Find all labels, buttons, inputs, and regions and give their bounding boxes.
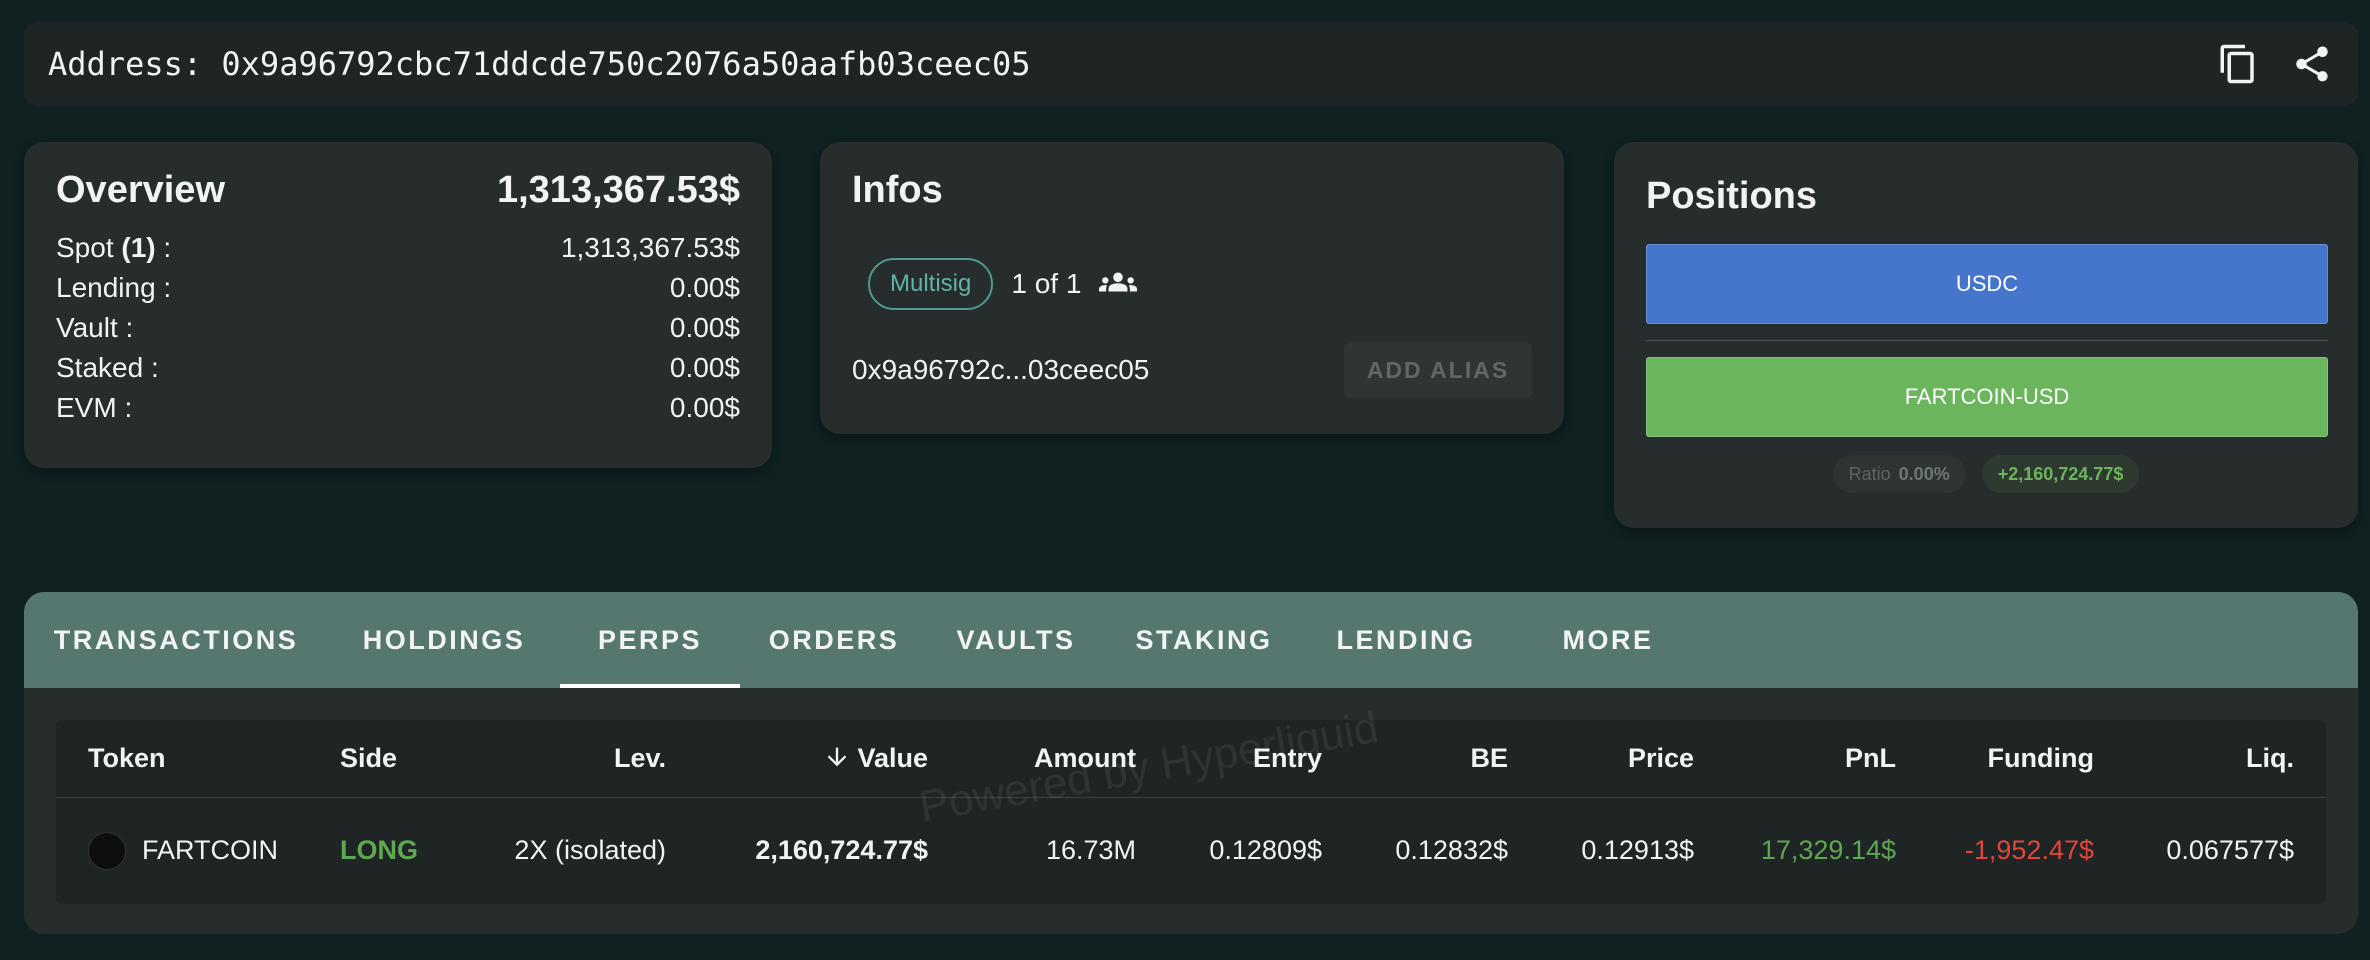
alias-row: 0x9a96792c...03ceec05 ADD ALIAS — [852, 342, 1532, 398]
tab-bar: TRANSACTIONS HOLDINGS PERPS ORDERS VAULT… — [24, 592, 2358, 688]
table-row[interactable]: FARTCOIN LONG 2X (isolated) 2,160,724.77… — [56, 798, 2326, 903]
overview-row-label: Vault : — [56, 312, 134, 343]
infos-title: Infos — [852, 168, 943, 211]
cell-lev: 2X (isolated) — [514, 835, 666, 865]
address-bar: Address: 0x9a96792cbc71ddcde750c2076a50a… — [24, 22, 2358, 106]
overview-row-spot: Spot (1) : 1,313,367.53$ — [56, 228, 740, 268]
table-header-row: Token Side Lev. Value Amount Entry BE Pr… — [56, 720, 2326, 798]
address-text: Address: 0x9a96792cbc71ddcde750c2076a50a… — [48, 45, 1031, 83]
cell-price: 0.12913$ — [1581, 835, 1694, 865]
tab-lending[interactable]: LENDING — [1304, 592, 1508, 688]
address-actions — [2216, 42, 2334, 86]
tab-transactions[interactable]: TRANSACTIONS — [24, 592, 328, 688]
arrow-down-icon — [823, 743, 857, 773]
cell-be: 0.12832$ — [1395, 835, 1508, 865]
overview-row-value: 0.00$ — [669, 392, 740, 423]
pnl-badge: +2,160,724.77$ — [1981, 455, 2140, 493]
tab-vaults[interactable]: VAULTS — [928, 592, 1104, 688]
tab-more[interactable]: MORE — [1508, 592, 1708, 688]
overview-header: Overview 1,313,367.53$ — [56, 166, 740, 214]
positions-title: Positions — [1646, 174, 1818, 217]
overview-row-value: 0.00$ — [669, 352, 740, 383]
header-lev[interactable]: Lev. — [614, 743, 666, 774]
overview-row-value: 0.00$ — [669, 312, 740, 343]
cell-side: LONG — [340, 835, 418, 865]
token-name: FARTCOIN — [142, 835, 279, 865]
header-funding[interactable]: Funding — [1988, 743, 2094, 774]
header-be[interactable]: BE — [1470, 743, 1508, 774]
infos-card: Infos Multisig 1 of 1 0x9a96792c...03cee… — [820, 142, 1564, 434]
overview-card: Overview 1,313,367.53$ Spot (1) : 1,313,… — [24, 142, 772, 468]
multisig-chip[interactable]: Multisig — [868, 258, 994, 310]
main-panel: TRANSACTIONS HOLDINGS PERPS ORDERS VAULT… — [24, 592, 2358, 934]
overview-row-label: EVM : — [56, 392, 133, 423]
overview-title: Overview — [56, 168, 225, 211]
overview-row-value: 0.00$ — [669, 272, 740, 303]
overview-row-evm: EVM : 0.00$ — [56, 388, 740, 428]
header-entry[interactable]: Entry — [1253, 743, 1322, 774]
overview-row-label: Staked : — [56, 352, 159, 383]
cell-pnl: 17,329.14$ — [1760, 835, 1896, 865]
cell-funding: -1,952.47$ — [1964, 835, 2094, 865]
positions-divider — [1646, 340, 2328, 341]
overview-row-value: 1,313,367.53$ — [560, 232, 740, 263]
cell-token[interactable]: FARTCOIN — [88, 831, 279, 870]
tab-staking[interactable]: STAKING — [1104, 592, 1304, 688]
share-icon[interactable] — [2290, 42, 2334, 86]
overview-row-label: Lending : — [56, 272, 172, 303]
cell-value: 2,160,724.77$ — [755, 835, 928, 865]
tab-orders[interactable]: ORDERS — [740, 592, 928, 688]
overview-total: 1,313,367.53$ — [496, 168, 740, 211]
tab-perps[interactable]: PERPS — [560, 592, 740, 688]
cell-liq: 0.067577$ — [2166, 835, 2294, 865]
copy-icon[interactable] — [2216, 42, 2260, 86]
perps-table: Token Side Lev. Value Amount Entry BE Pr… — [56, 720, 2326, 904]
overview-row-vault: Vault : 0.00$ — [56, 308, 740, 348]
fartcoin-token-icon — [88, 831, 126, 870]
header-pnl[interactable]: PnL — [1845, 743, 1896, 774]
positions-badges: Ratio 0.00% +2,160,724.77$ — [1646, 455, 2326, 493]
header-amount[interactable]: Amount — [1034, 743, 1136, 774]
multisig-row: Multisig 1 of 1 — [868, 258, 1532, 310]
group-icon — [1099, 263, 1138, 306]
cell-amount: 16.73M — [1045, 835, 1136, 865]
ratio-badge: Ratio 0.00% — [1832, 455, 1966, 493]
header-side[interactable]: Side — [340, 743, 397, 774]
header-token[interactable]: Token — [88, 743, 166, 774]
header-price[interactable]: Price — [1628, 743, 1694, 774]
overview-rows: Spot (1) : 1,313,367.53$ Lending : 0.00$… — [56, 228, 740, 428]
position-bar-fartcoin[interactable]: FARTCOIN-USD — [1646, 357, 2328, 437]
multisig-count: 1 of 1 — [1011, 268, 1082, 299]
positions-card: Positions USDC FARTCOIN-USD Ratio 0.00% +… — [1614, 142, 2358, 528]
overview-row-staked: Staked : 0.00$ — [56, 348, 740, 388]
overview-row-label: Spot (1) : — [56, 232, 172, 263]
cell-entry: 0.12809$ — [1209, 835, 1322, 865]
position-bar-usdc[interactable]: USDC — [1646, 244, 2328, 324]
add-alias-button[interactable]: ADD ALIAS — [1344, 342, 1532, 398]
header-liq[interactable]: Liq. — [2246, 743, 2294, 774]
short-address: 0x9a96792c...03ceec05 — [852, 354, 1150, 385]
overview-row-lending: Lending : 0.00$ — [56, 268, 740, 308]
header-value[interactable]: Value — [823, 743, 928, 774]
tab-holdings[interactable]: HOLDINGS — [328, 592, 560, 688]
